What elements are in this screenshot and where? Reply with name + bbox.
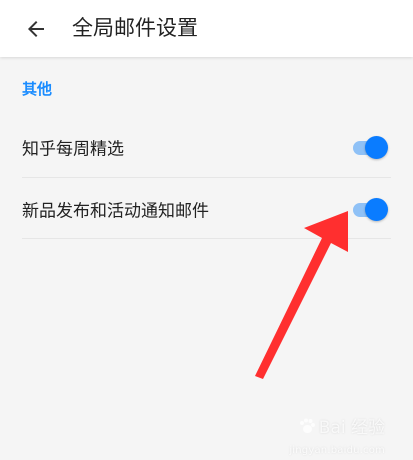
back-button[interactable] — [20, 13, 52, 45]
page-title: 全局邮件设置 — [72, 16, 198, 40]
switch-knob — [365, 136, 388, 159]
watermark-brand: Bai 经验 — [318, 418, 385, 438]
paw-icon — [299, 418, 315, 433]
setting-row-zhihu-weekly[interactable]: 知乎每周精选 — [0, 116, 413, 178]
section-header-other: 其他 — [22, 80, 53, 98]
baidu-watermark: Bai 经验 — [298, 413, 385, 438]
setting-label: 新品发布和活动通知邮件 — [22, 201, 209, 222]
switch-knob — [365, 198, 388, 221]
setting-label: 知乎每周精选 — [22, 139, 124, 160]
toggle-switch[interactable] — [351, 197, 389, 221]
setting-row-product-news[interactable]: 新品发布和活动通知邮件 — [0, 178, 413, 240]
arrow-left-icon — [28, 21, 44, 37]
divider — [22, 238, 391, 239]
app-bar: 全局邮件设置 — [0, 0, 413, 57]
watermark-url: jingyan.baidu.com — [289, 445, 385, 456]
toggle-switch[interactable] — [351, 135, 389, 159]
settings-screen: 全局邮件设置 其他 知乎每周精选 新品发布和活动通知邮件 Bai 经验 jing… — [0, 0, 413, 460]
